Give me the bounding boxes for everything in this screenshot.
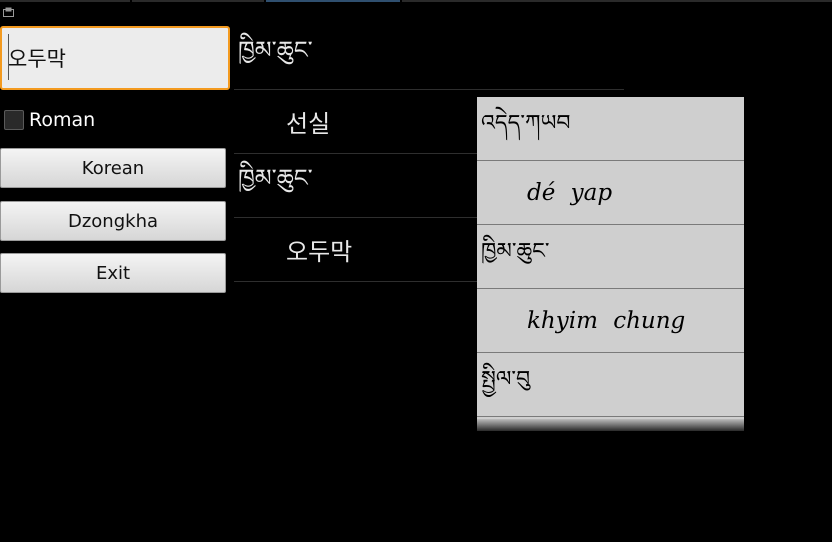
suggestion-item[interactable]: སྤྱིལ་བུ — [477, 353, 744, 417]
dzongkha-button[interactable]: Dzongkha — [0, 201, 226, 241]
roman-label: Roman — [29, 109, 96, 131]
status-divider — [402, 0, 832, 2]
suggestion-dzongkha-text: ཁྱིམ་ཆུང་ — [481, 238, 550, 264]
result-korean-text: 오두막 — [286, 238, 353, 266]
suggestion-dzongkha-text: སྤྱིལ་བུ — [481, 366, 531, 392]
result-dzongkha-text: ཁྱིམ་ཆུང་ — [238, 164, 313, 192]
dropdown-scroll-fade — [477, 419, 744, 431]
result-korean-text: 선실 — [286, 110, 331, 138]
roman-checkbox-row[interactable]: Roman — [4, 108, 95, 132]
suggestion-item[interactable]: ཁྱིམ་ཆུང་ — [477, 225, 744, 289]
status-divider — [0, 0, 130, 2]
result-dzongkha-text: ཁྱིམ་ཆུང་ — [238, 36, 313, 64]
suggestion-item[interactable]: འདེད་ཀཡབ — [477, 97, 744, 161]
suggestion-dzongkha-text: འདེད་ཀཡབ — [481, 110, 571, 136]
search-input[interactable] — [0, 26, 230, 90]
exit-button[interactable]: Exit — [0, 253, 226, 293]
suggestion-roman-text: dé yap — [527, 179, 613, 206]
suggestion-item[interactable]: dé yap — [477, 161, 744, 225]
status-divider — [266, 0, 400, 2]
status-divider — [132, 0, 264, 2]
roman-checkbox[interactable] — [4, 110, 24, 130]
notification-icon[interactable] — [3, 7, 14, 17]
suggestion-dropdown[interactable]: འདེད་ཀཡབ dé yap ཁྱིམ་ཆུང་ khyim chung སྤ… — [477, 97, 744, 431]
korean-button[interactable]: Korean — [0, 148, 226, 188]
text-cursor — [8, 34, 9, 80]
result-row[interactable]: ཁྱིམ་ཆུང་ — [234, 26, 624, 90]
suggestion-roman-text: khyim chung — [527, 307, 686, 334]
status-bar — [0, 0, 832, 24]
suggestion-item[interactable]: khyim chung — [477, 289, 744, 353]
